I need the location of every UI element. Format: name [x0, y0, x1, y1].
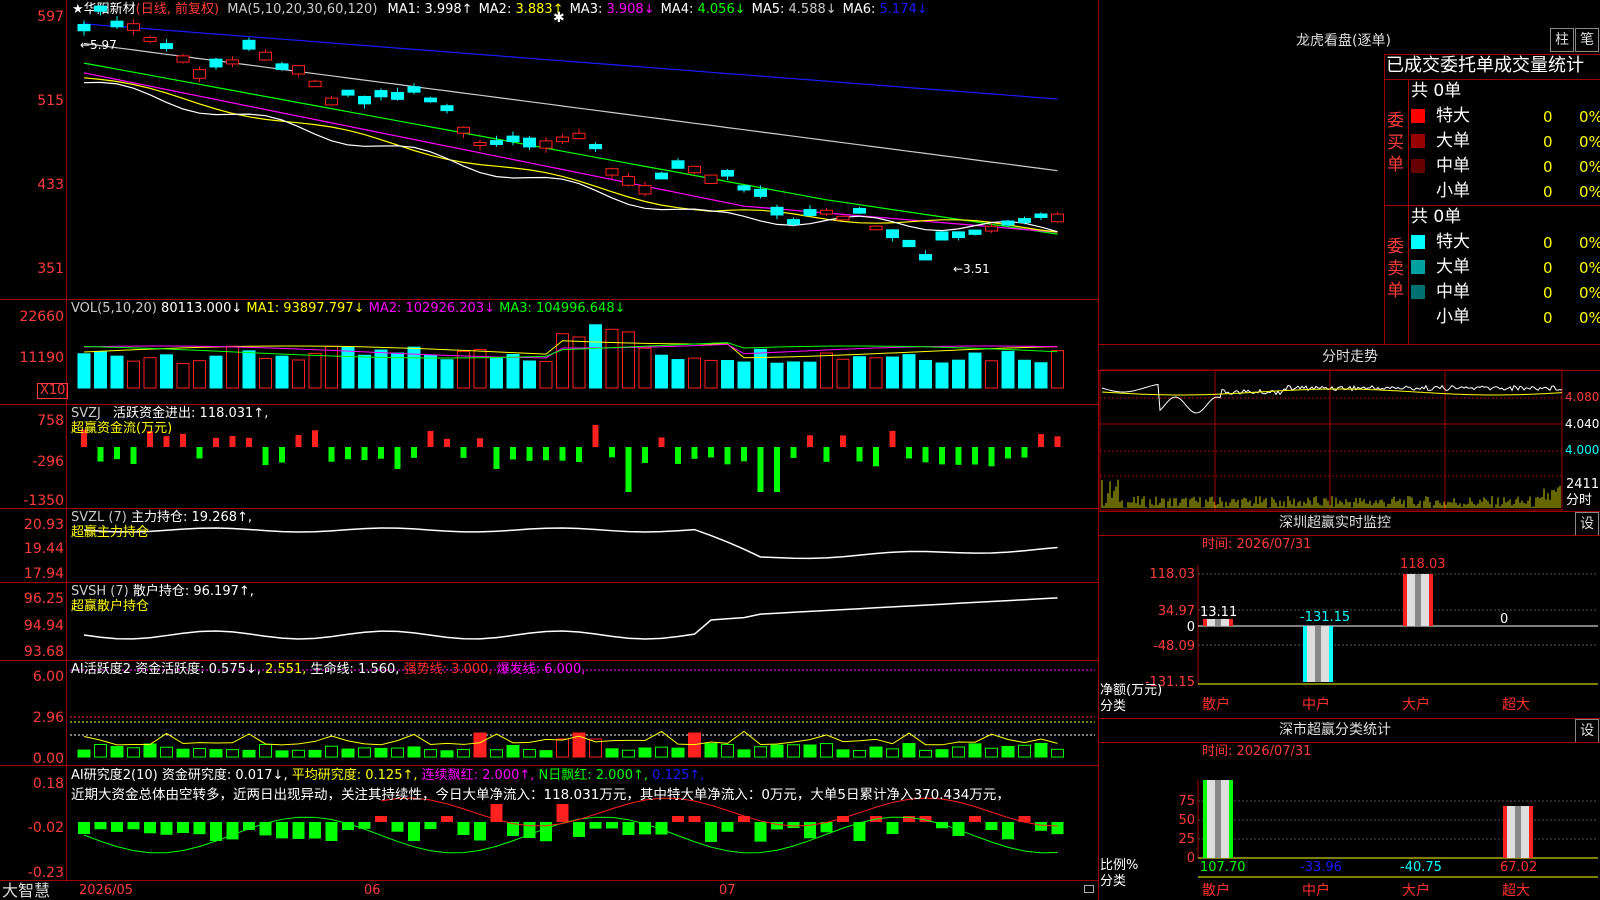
- sz2-bar-retail-edge-l: [1203, 780, 1207, 858]
- sz2-bar-retail-shade: [1215, 780, 1221, 858]
- sz-class-ytick-2: 25: [1178, 832, 1195, 847]
- sz2-bar-retail-edge-r: [1229, 780, 1233, 858]
- sz-class-ytick-3: 0: [1186, 851, 1195, 866]
- sz-class-ylabel1: 比例%: [1100, 858, 1139, 873]
- sz-class-ytick-1: 50: [1178, 813, 1195, 828]
- sz2-cat-3: 超大: [1502, 883, 1530, 899]
- sz2-bar-super-edge-r: [1529, 806, 1533, 858]
- sz2-bar-super-shade: [1515, 806, 1521, 858]
- sz2-bar-super-edge-l: [1503, 806, 1507, 858]
- sz2-cat-0: 散户: [1202, 883, 1230, 899]
- sz2-value-1: -33.96: [1300, 860, 1342, 875]
- sz2-cat-2: 大户: [1402, 883, 1430, 899]
- sz-class-ylabel2: 分类: [1100, 874, 1127, 889]
- ratio-chart[interactable]: [0, 0, 1600, 900]
- sz2-value-2: -40.75: [1400, 860, 1442, 875]
- sz2-value-3: 67.02: [1500, 860, 1538, 875]
- sz2-value-0: 107.70: [1200, 860, 1246, 875]
- sz-class-ytick-0: 75: [1178, 794, 1195, 809]
- sz2-cat-1: 中户: [1302, 883, 1330, 899]
